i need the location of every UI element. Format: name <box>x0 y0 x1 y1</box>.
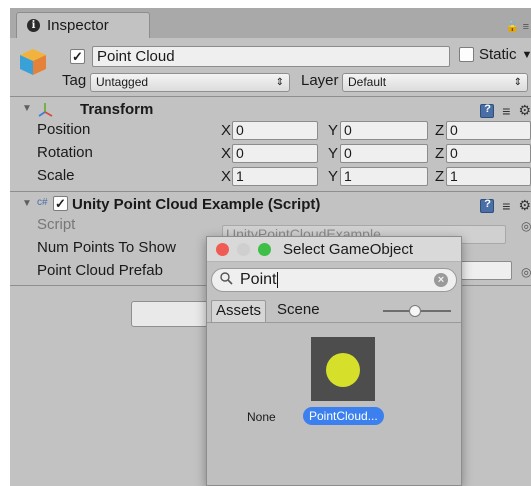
search-icon <box>220 272 233 285</box>
prefab-field[interactable] <box>460 261 512 280</box>
gameobject-header: ✓ Point Cloud Static ▼ Tag Untagged ⇕ La… <box>10 38 531 96</box>
updown-arrow-icon: ⇕ <box>275 77 284 88</box>
search-input[interactable]: Point × <box>211 268 457 292</box>
scale-x-field[interactable]: 1 <box>232 167 318 186</box>
help-book-icon[interactable] <box>480 198 495 213</box>
object-list: None PointCloud... <box>207 322 461 485</box>
rotation-y-field[interactable]: 0 <box>340 144 428 163</box>
rotation-z-field[interactable]: 0 <box>446 144 531 163</box>
layer-label: Layer <box>301 72 339 89</box>
updown-arrow-icon: ⇕ <box>513 77 522 88</box>
divider <box>10 191 531 192</box>
tab-scene[interactable]: Scene <box>273 300 324 322</box>
position-label: Position <box>37 121 91 138</box>
gear-icon[interactable]: ⚙ <box>518 197 531 214</box>
pointcloud-preview-thumbnail[interactable] <box>311 337 375 401</box>
tag-dropdown[interactable]: Untagged ⇕ <box>90 73 290 92</box>
tag-label: Tag <box>62 72 87 89</box>
tab-label: Inspector <box>47 17 109 34</box>
x-axis-label: X <box>221 168 232 185</box>
layer-value: Default <box>348 75 387 89</box>
search-text: Point <box>240 271 279 289</box>
rotation-x-field[interactable]: 0 <box>232 144 318 163</box>
position-z-field[interactable]: 0 <box>446 121 531 140</box>
scale-y-field[interactable]: 1 <box>340 167 428 186</box>
tab-inspector[interactable]: i Inspector <box>16 12 150 38</box>
x-axis-label: X <box>221 122 232 139</box>
chevron-down-icon[interactable]: ▼ <box>522 49 531 61</box>
selected-item-pointcloud[interactable]: PointCloud... <box>303 407 384 425</box>
transform-title: Transform <box>80 101 154 118</box>
y-axis-label: Y <box>328 168 339 185</box>
scale-z-field[interactable]: 1 <box>446 167 531 186</box>
object-picker-icon[interactable]: ◎ <box>521 219 531 233</box>
x-axis-label: X <box>221 145 232 162</box>
cs-script-icon: c# <box>37 197 48 208</box>
static-checkbox[interactable] <box>459 47 474 62</box>
position-x-field[interactable]: 0 <box>232 121 318 140</box>
inspector-window: i Inspector 🔒 ≡ ✓ Point Cloud Static ▼ T… <box>10 8 531 486</box>
minimize-window-button[interactable] <box>237 243 250 256</box>
script-component-header[interactable]: ▼ c# ✓ Unity Point Cloud Example (Script… <box>10 194 531 216</box>
component-header-icons: ≡ ⚙ <box>480 102 531 119</box>
script-component-title: Unity Point Cloud Example (Script) <box>72 196 321 213</box>
prefab-label: Point Cloud Prefab <box>37 262 163 279</box>
gameobject-cube-icon <box>20 49 46 75</box>
script-label: Script <box>37 216 76 233</box>
info-icon: i <box>27 19 40 32</box>
text-caret <box>277 271 279 288</box>
tag-value: Untagged <box>96 75 149 89</box>
component-header-icons: ≡ ⚙ <box>480 197 531 214</box>
fold-arrow-icon[interactable]: ▼ <box>22 103 32 114</box>
static-label: Static <box>479 46 517 63</box>
lock-menu-icon[interactable]: 🔒 ≡ <box>506 20 529 33</box>
divider <box>10 96 531 97</box>
popup-tabs: Assets Scene <box>207 300 461 322</box>
zoom-slider-knob[interactable] <box>409 305 421 317</box>
transform-header[interactable]: ▼ Transform ≡ ⚙ <box>10 99 531 121</box>
popup-title: Select GameObject <box>283 241 414 258</box>
yellow-dot-preview <box>326 353 360 387</box>
preset-sliders-icon[interactable]: ≡ <box>502 103 510 119</box>
tab-bar: i Inspector 🔒 ≡ <box>10 8 531 38</box>
preset-sliders-icon[interactable]: ≡ <box>502 198 510 214</box>
object-picker-icon[interactable]: ◎ <box>521 265 531 279</box>
fold-arrow-icon[interactable]: ▼ <box>22 198 32 209</box>
z-axis-label: Z <box>435 145 445 162</box>
scale-label: Scale <box>37 167 75 184</box>
position-y-field[interactable]: 0 <box>340 121 428 140</box>
static-toggle[interactable]: Static ▼ <box>459 46 531 63</box>
close-window-button[interactable] <box>216 243 229 256</box>
z-axis-label: Z <box>435 168 445 185</box>
search-value: Point <box>240 271 277 288</box>
num-points-label: Num Points To Show <box>37 239 176 256</box>
none-item[interactable]: None <box>247 410 276 424</box>
zoom-window-button[interactable] <box>258 243 271 256</box>
active-checkbox[interactable]: ✓ <box>70 49 85 64</box>
popup-titlebar: Select GameObject <box>207 237 461 262</box>
script-enabled-checkbox[interactable]: ✓ <box>53 196 68 211</box>
z-axis-label: Z <box>435 122 445 139</box>
rotation-label: Rotation <box>37 144 93 161</box>
name-field[interactable]: Point Cloud <box>92 46 450 67</box>
layer-dropdown[interactable]: Default ⇕ <box>342 73 528 92</box>
gear-icon[interactable]: ⚙ <box>518 102 531 119</box>
y-axis-label: Y <box>328 145 339 162</box>
select-gameobject-popup: Select GameObject Point × Assets Scene N… <box>206 236 462 486</box>
clear-search-icon[interactable]: × <box>434 273 448 287</box>
transform-axes-icon <box>38 103 53 117</box>
y-axis-label: Y <box>328 122 339 139</box>
help-book-icon[interactable] <box>480 103 495 118</box>
tab-assets[interactable]: Assets <box>211 300 267 322</box>
